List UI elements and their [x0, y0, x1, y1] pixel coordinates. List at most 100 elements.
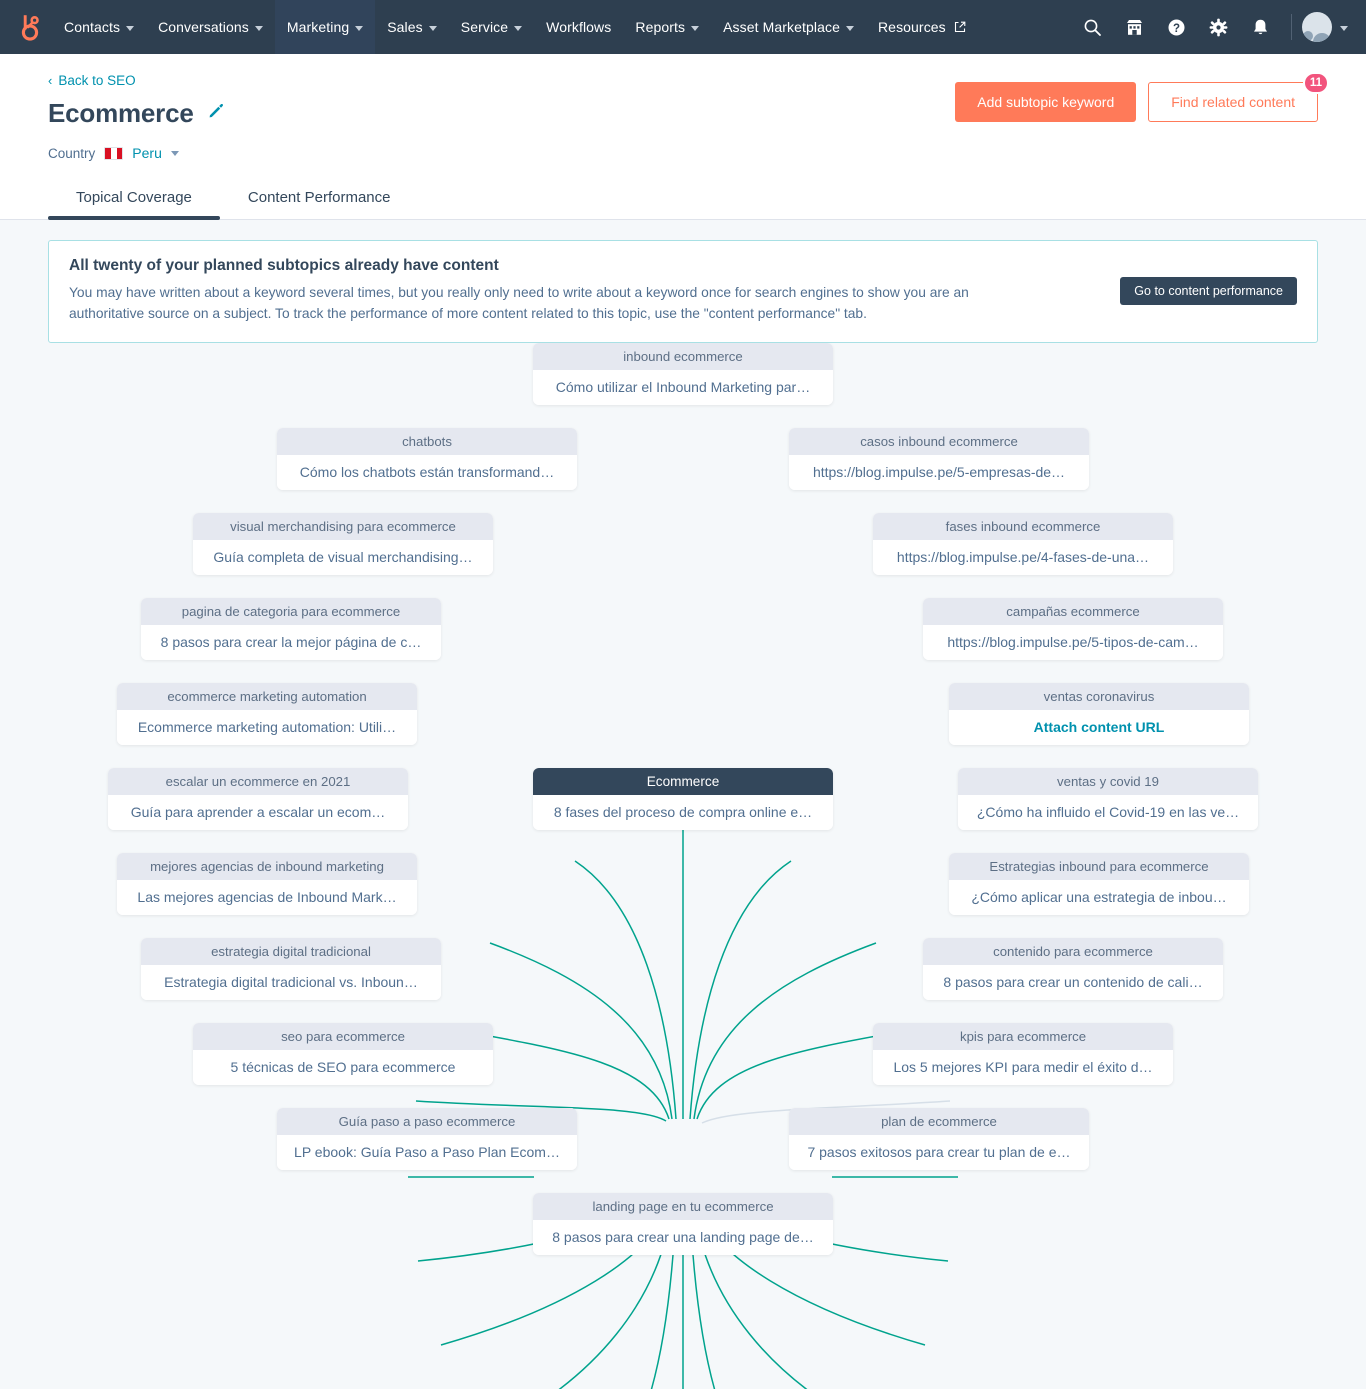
nav-item-label: Reports [635, 19, 686, 35]
country-selector-row: Country Peru [48, 145, 1318, 161]
subtopic-content[interactable]: Los 5 mejores KPI para medir el éxito d… [873, 1049, 1173, 1085]
nav-item-workflows[interactable]: Workflows [534, 0, 623, 54]
subtopic-node[interactable]: mejores agencias de inbound marketing La… [117, 852, 417, 915]
subtopic-node[interactable]: fases inbound ecommerce https://blog.imp… [873, 512, 1173, 575]
tab-content-performance[interactable]: Content Performance [220, 179, 419, 219]
subtopic-node[interactable]: estrategia digital tradicional Estrategi… [141, 937, 441, 1000]
subtopic-content[interactable]: Ecommerce marketing automation: Utili… [117, 709, 417, 745]
avatar[interactable] [1302, 12, 1332, 42]
subtopic-node[interactable]: ecommerce marketing automation Ecommerce… [117, 682, 417, 745]
add-subtopic-keyword-button[interactable]: Add subtopic keyword [955, 82, 1137, 122]
nav-item-contacts[interactable]: Contacts [52, 0, 146, 54]
subtopic-node[interactable]: contenido para ecommerce 8 pasos para cr… [923, 937, 1223, 1000]
subtopic-content[interactable]: https://blog.impulse.pe/4-fases-de-una… [873, 539, 1173, 575]
chevron-down-icon [845, 25, 854, 31]
chevron-down-icon [691, 25, 700, 31]
find-related-content-wrap: Find related content 11 [1148, 72, 1329, 122]
core-topic-content[interactable]: 8 fases del proceso de compra online e… [533, 794, 833, 830]
subtopic-keyword: fases inbound ecommerce [873, 512, 1173, 540]
help-icon[interactable]: ? [1155, 0, 1197, 54]
peru-flag-icon [104, 146, 124, 160]
back-to-seo-link[interactable]: ‹ Back to SEO [48, 73, 136, 88]
subtopic-content[interactable]: Guía completa de visual merchandising… [193, 539, 493, 575]
chevron-down-icon [126, 25, 135, 31]
subtopic-node[interactable]: inbound ecommerce Cómo utilizar el Inbou… [533, 342, 833, 405]
top-navigation-bar: Contacts Conversations Marketing Sales S… [0, 0, 1366, 54]
page-header: ‹ Back to SEO Ecommerce Country Peru Top… [0, 54, 1366, 220]
subtopic-content[interactable]: ¿Cómo aplicar una estrategia de inbou… [949, 879, 1249, 915]
account-menu[interactable] [1302, 12, 1352, 42]
notifications-icon[interactable] [1239, 0, 1281, 54]
subtopic-content[interactable]: LP ebook: Guía Paso a Paso Plan Ecom… [277, 1134, 577, 1170]
nav-item-marketing[interactable]: Marketing [274, 0, 376, 54]
subtopic-node[interactable]: plan de ecommerce 7 pasos exitosos para … [789, 1107, 1089, 1170]
subtopic-node[interactable]: Guía paso a paso ecommerce LP ebook: Guí… [277, 1107, 577, 1170]
pencil-icon[interactable] [208, 103, 224, 125]
subtopic-content[interactable]: 7 pasos exitosos para crear tu plan de e… [789, 1134, 1089, 1170]
subtopic-node[interactable]: chatbots Cómo los chatbots están transfo… [277, 427, 577, 490]
nav-item-label: Sales [387, 19, 423, 35]
nav-item-asset-marketplace[interactable]: Asset Marketplace [711, 0, 866, 54]
chevron-down-icon[interactable] [170, 150, 179, 156]
subtopic-keyword: mejores agencias de inbound marketing [117, 852, 417, 880]
subtopic-keyword: ecommerce marketing automation [117, 682, 417, 710]
subtopic-keyword: kpis para ecommerce [873, 1022, 1173, 1050]
tab-bar: Topical Coverage Content Performance [48, 179, 1318, 220]
subtopic-node[interactable]: ventas y covid 19 ¿Cómo ha influido el C… [958, 767, 1258, 830]
subtopic-node[interactable]: visual merchandising para ecommerce Guía… [193, 512, 493, 575]
nav-item-label: Resources [877, 19, 946, 35]
attach-content-url-link[interactable]: Attach content URL [949, 709, 1249, 745]
subtopic-node[interactable]: casos inbound ecommerce https://blog.imp… [789, 427, 1089, 490]
search-icon[interactable] [1071, 0, 1113, 54]
find-related-content-button[interactable]: Find related content [1148, 82, 1318, 122]
subtopic-content[interactable]: Las mejores agencias de Inbound Mark… [117, 879, 417, 915]
hubspot-logo-icon[interactable] [0, 0, 52, 54]
subtopic-content[interactable]: https://blog.impulse.pe/5-tipos-de-cam… [923, 624, 1223, 660]
marketplace-icon[interactable] [1113, 0, 1155, 54]
tab-topical-coverage[interactable]: Topical Coverage [48, 179, 220, 220]
subtopic-keyword: estrategia digital tradicional [141, 937, 441, 965]
subtopic-content[interactable]: 8 pasos para crear un contenido de cali… [923, 964, 1223, 1000]
nav-item-resources[interactable]: Resources [866, 0, 978, 54]
subtopic-content[interactable]: Guía para aprender a escalar un ecom… [108, 794, 408, 830]
subtopic-keyword: escalar un ecommerce en 2021 [108, 767, 408, 795]
subtopic-node[interactable]: landing page en tu ecommerce 8 pasos par… [533, 1192, 833, 1255]
external-link-icon [954, 21, 966, 33]
subtopic-content[interactable]: 5 técnicas de SEO para ecommerce [193, 1049, 493, 1085]
subtopic-content[interactable]: Cómo los chatbots están transformand… [277, 454, 577, 490]
link-line [693, 942, 877, 1119]
info-banner-body: All twenty of your planned subtopics alr… [69, 257, 1100, 325]
subtopic-node[interactable]: pagina de categoria para ecommerce 8 pas… [141, 597, 441, 660]
subtopic-content[interactable]: 8 pasos para crear una landing page de… [533, 1219, 833, 1255]
nav-item-conversations[interactable]: Conversations [146, 0, 275, 54]
subtopic-keyword: ventas y covid 19 [958, 767, 1258, 795]
nav-item-reports[interactable]: Reports [623, 0, 711, 54]
country-value[interactable]: Peru [132, 145, 162, 161]
nav-item-sales[interactable]: Sales [375, 0, 449, 54]
core-topic-node[interactable]: Ecommerce 8 fases del proceso de compra … [533, 767, 833, 830]
subtopic-content[interactable]: Cómo utilizar el Inbound Marketing par… [533, 369, 833, 405]
svg-text:?: ? [1172, 23, 1179, 35]
subtopic-node[interactable]: campañas ecommerce https://blog.impulse.… [923, 597, 1223, 660]
info-banner-text: You may have written about a keyword sev… [69, 285, 969, 322]
go-to-content-performance-button[interactable]: Go to content performance [1120, 276, 1297, 305]
subtopic-content[interactable]: https://blog.impulse.pe/5-empresas-de… [789, 454, 1089, 490]
subtopic-node[interactable]: kpis para ecommerce Los 5 mejores KPI pa… [873, 1022, 1173, 1085]
subtopic-content[interactable]: 8 pasos para crear la mejor página de c… [141, 624, 441, 660]
subtopic-content[interactable]: Estrategia digital tradicional vs. Inbou… [141, 964, 441, 1000]
subtopic-node[interactable]: Estrategias inbound para ecommerce ¿Cómo… [949, 852, 1249, 915]
gear-icon[interactable] [1197, 0, 1239, 54]
subtopic-node-unattached[interactable]: ventas coronavirus Attach content URL [949, 682, 1249, 745]
subtopic-keyword: landing page en tu ecommerce [533, 1192, 833, 1220]
subtopic-node[interactable]: seo para ecommerce 5 técnicas de SEO par… [193, 1022, 493, 1085]
subtopic-node[interactable]: escalar un ecommerce en 2021 Guía para a… [108, 767, 408, 830]
core-topic-keyword: Ecommerce [533, 767, 833, 795]
subtopic-keyword: inbound ecommerce [533, 342, 833, 370]
nav-item-label: Service [460, 19, 509, 35]
subtopic-content[interactable]: ¿Cómo ha influido el Covid-19 en las ve… [958, 794, 1258, 830]
related-content-count-badge: 11 [1302, 72, 1329, 94]
nav-item-service[interactable]: Service [449, 0, 534, 54]
avatar-head [1303, 31, 1313, 41]
nav-actions: ? [1071, 0, 1352, 54]
